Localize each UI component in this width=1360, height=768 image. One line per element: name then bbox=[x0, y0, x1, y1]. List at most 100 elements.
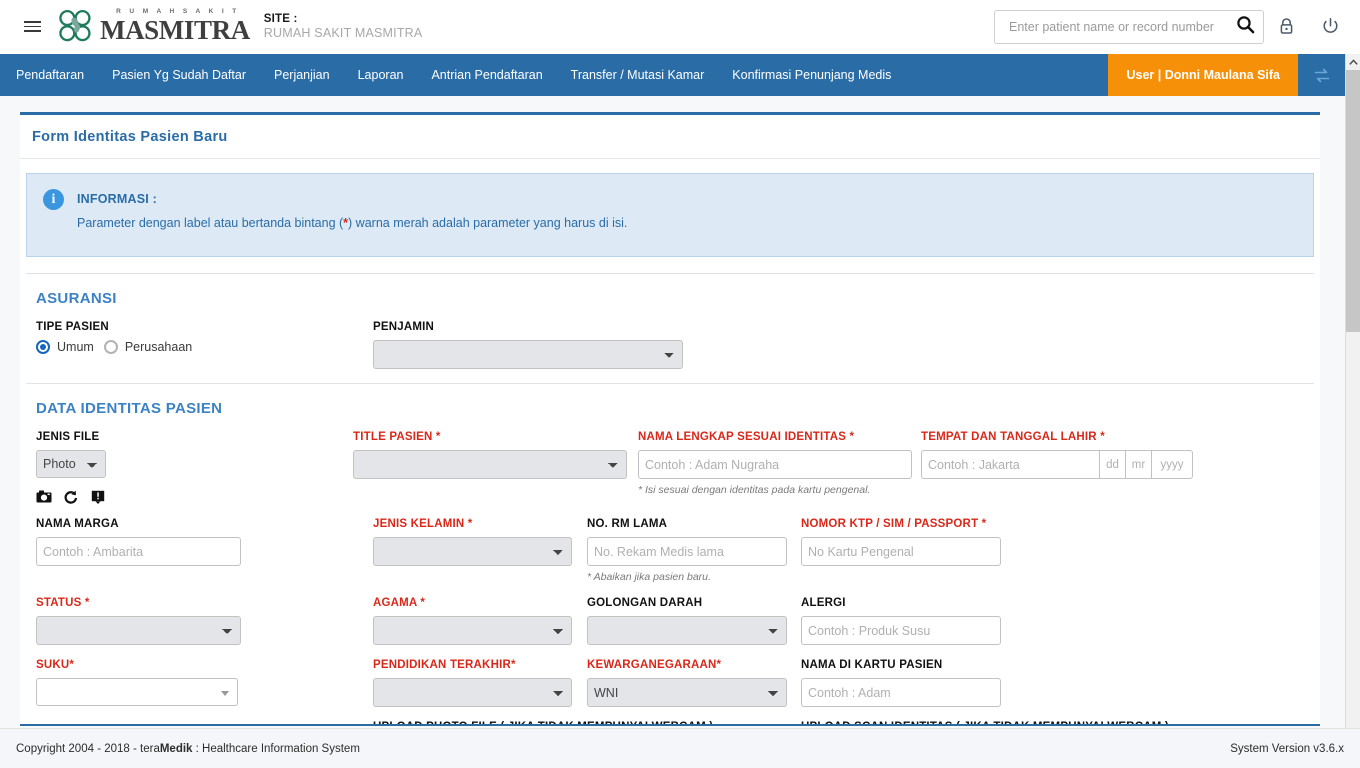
scroll-up-arrow-icon[interactable] bbox=[1346, 54, 1360, 70]
nav-item-antrian-pendaftaran[interactable]: Antrian Pendaftaran bbox=[417, 54, 556, 96]
radio-option-umum[interactable]: Umum bbox=[36, 340, 94, 354]
asuransi-section: ASURANSI TIPE PASIEN Umum Perusahaan PEN… bbox=[20, 274, 1320, 383]
field-alergi: ALERGI bbox=[801, 597, 1015, 645]
page-title: Form Identitas Pasien Baru bbox=[20, 115, 1320, 159]
user-account-button[interactable]: User | Donni Maulana Sifa bbox=[1108, 54, 1298, 96]
field-penjamin: PENJAMIN bbox=[373, 321, 683, 369]
identitas-section-title: DATA IDENTITAS PASIEN bbox=[36, 400, 223, 417]
nav-item-perjanjian[interactable]: Perjanjian bbox=[260, 54, 344, 96]
ttl-month-input[interactable] bbox=[1125, 450, 1151, 479]
info-text-before: Parameter dengan label atau bertanda bin… bbox=[77, 215, 344, 230]
asuransi-section-title: ASURANSI bbox=[36, 290, 117, 307]
kewarganegaraan-select[interactable]: WNI bbox=[587, 678, 787, 707]
alergi-input[interactable] bbox=[801, 616, 1001, 645]
ttl-label: TEMPAT DAN TANGGAL LAHIR * bbox=[921, 431, 1105, 443]
footer-version: System Version v3.6.x bbox=[1230, 742, 1344, 755]
info-circle-icon: i bbox=[43, 189, 64, 210]
panel-body: i INFORMASI : Parameter dengan label ata… bbox=[20, 173, 1320, 724]
nav-item-pendaftaran[interactable]: Pendaftaran bbox=[0, 54, 98, 96]
status-label: STATUS * bbox=[36, 597, 90, 609]
nav-item-pasien-yg-sudah-daftar[interactable]: Pasien Yg Sudah Daftar bbox=[98, 54, 260, 96]
field-no-rm-lama: NO. RM LAMA * Abaikan jika pasien baru. bbox=[587, 518, 801, 583]
radio-option-perusahaan[interactable]: Perusahaan bbox=[103, 340, 192, 354]
upload-photo-label: UPLOAD PHOTO FILE ( JIKA TIDAK MEMPUNYAI… bbox=[373, 721, 801, 724]
search-input[interactable] bbox=[1007, 18, 1236, 35]
ttl-day-input[interactable] bbox=[1099, 450, 1125, 479]
no-rm-lama-hint: * Abaikan jika pasien baru. bbox=[587, 571, 711, 583]
header-actions bbox=[994, 5, 1360, 49]
nama-kartu-label: NAMA DI KARTU PASIEN bbox=[801, 659, 943, 671]
ttl-input-group bbox=[921, 450, 1201, 479]
hamburger-menu-icon[interactable] bbox=[14, 21, 50, 32]
site-info: SITE : RUMAH SAKIT MASMITRA bbox=[264, 12, 423, 42]
information-description: Parameter dengan label atau bertanda bin… bbox=[77, 212, 627, 236]
ttl-year-input[interactable] bbox=[1151, 450, 1193, 479]
power-icon[interactable] bbox=[1308, 5, 1352, 49]
lock-icon[interactable] bbox=[1264, 5, 1308, 49]
information-alert-text: INFORMASI : Parameter dengan label atau … bbox=[77, 188, 627, 236]
tipe-pasien-radio-group: Umum Perusahaan bbox=[36, 340, 373, 354]
title-pasien-select[interactable] bbox=[353, 450, 627, 479]
page-scrollbar[interactable] bbox=[1345, 54, 1360, 768]
nav-item-konfirmasi-penunjang-medis[interactable]: Konfirmasi Penunjang Medis bbox=[718, 54, 905, 96]
swap-icon[interactable] bbox=[1298, 54, 1346, 96]
title-pasien-label: TITLE PASIEN * bbox=[353, 431, 441, 443]
nav-item-transfer-mutasi-kamar[interactable]: Transfer / Mutasi Kamar bbox=[557, 54, 719, 96]
nav-item-laporan[interactable]: Laporan bbox=[344, 54, 418, 96]
field-nama-lengkap: NAMA LENGKAP SESUAI IDENTITAS * * Isi se… bbox=[638, 431, 921, 504]
identitas-row-1: JENIS FILE Photo TITLE PASIEN * NAMA LEN… bbox=[36, 431, 1304, 504]
golongan-darah-label: GOLONGAN DARAH bbox=[587, 597, 703, 609]
logo-wordmark: R U M A H S A K I T MASMITRA bbox=[100, 9, 250, 44]
identitas-row-4: SUKU* PENDIDIKAN TERAKHIR* KEWARGANEGARA… bbox=[36, 659, 1304, 707]
penjamin-label: PENJAMIN bbox=[373, 321, 435, 333]
patient-search-box[interactable] bbox=[994, 9, 1264, 44]
field-tipe-pasien: TIPE PASIEN Umum Perusahaan bbox=[36, 321, 373, 354]
identitas-row-3: STATUS * AGAMA * GOLONGAN DARAH ALERGI C… bbox=[36, 597, 1304, 645]
search-icon[interactable] bbox=[1236, 15, 1255, 39]
jenis-kelamin-label: JENIS KELAMIN * bbox=[373, 518, 473, 530]
radio-perusahaan[interactable] bbox=[103, 340, 118, 354]
tipe-pasien-label: TIPE PASIEN bbox=[36, 321, 109, 333]
nama-marga-input[interactable] bbox=[36, 537, 241, 566]
suku-select[interactable] bbox=[36, 678, 238, 706]
field-jenis-file: JENIS FILE Photo bbox=[36, 431, 353, 504]
pendidikan-select[interactable] bbox=[373, 678, 572, 707]
save-icon[interactable] bbox=[90, 489, 106, 504]
information-heading: INFORMASI : bbox=[77, 192, 157, 206]
nama-lengkap-input[interactable] bbox=[638, 450, 912, 479]
field-nomor-ktp: NOMOR KTP / SIM / PASSPORT * bbox=[801, 518, 1015, 583]
kewarganegaraan-label: KEWARGANEGARAAN* bbox=[587, 659, 722, 671]
field-jenis-kelamin: JENIS KELAMIN * bbox=[373, 518, 587, 583]
field-upload-photo: UPLOAD PHOTO FILE ( JIKA TIDAK MEMPUNYAI… bbox=[373, 721, 801, 724]
refresh-icon[interactable] bbox=[63, 489, 79, 504]
penjamin-select[interactable] bbox=[373, 340, 683, 369]
field-agama: AGAMA * bbox=[373, 597, 587, 645]
jenis-kelamin-select[interactable] bbox=[373, 537, 572, 566]
asuransi-fields-row: TIPE PASIEN Umum Perusahaan PENJAMIN bbox=[36, 321, 1304, 369]
brand-logo[interactable]: R U M A H S A K I T MASMITRA bbox=[56, 7, 250, 47]
field-kewarganegaraan: KEWARGANEGARAAN* WNI bbox=[587, 659, 801, 707]
status-select[interactable] bbox=[36, 616, 241, 645]
field-pendidikan-terakhir: PENDIDIKAN TERAKHIR* bbox=[373, 659, 587, 707]
nomor-ktp-input[interactable] bbox=[801, 537, 1001, 566]
jenis-file-select[interactable]: Photo bbox=[36, 450, 106, 478]
site-label: SITE : bbox=[263, 12, 298, 25]
logo-title: MASMITRA bbox=[100, 14, 250, 45]
field-status: STATUS * bbox=[36, 597, 373, 645]
nama-kartu-input[interactable] bbox=[801, 678, 1001, 707]
ttl-place-input[interactable] bbox=[921, 450, 1099, 479]
alergi-label: ALERGI bbox=[801, 597, 846, 609]
camera-icon[interactable] bbox=[36, 489, 52, 504]
no-rm-lama-label: NO. RM LAMA bbox=[587, 518, 668, 530]
jenis-file-label: JENIS FILE bbox=[36, 431, 100, 443]
main-navigation-bar: Pendaftaran Pasien Yg Sudah Daftar Perja… bbox=[0, 54, 1346, 96]
golongan-darah-select[interactable] bbox=[587, 616, 787, 645]
form-panel: Form Identitas Pasien Baru i INFORMASI :… bbox=[20, 112, 1320, 726]
no-rm-lama-input[interactable] bbox=[587, 537, 787, 566]
upload-scan-label: UPLOAD SCAN IDENTITAS ( JIKA TIDAK MEMPU… bbox=[801, 721, 1229, 724]
nama-lengkap-label: NAMA LENGKAP SESUAI IDENTITAS * bbox=[638, 431, 855, 443]
agama-select[interactable] bbox=[373, 616, 572, 645]
scrollbar-thumb[interactable] bbox=[1346, 70, 1360, 332]
radio-umum[interactable] bbox=[36, 340, 50, 354]
nama-marga-label: NAMA MARGA bbox=[36, 518, 119, 530]
